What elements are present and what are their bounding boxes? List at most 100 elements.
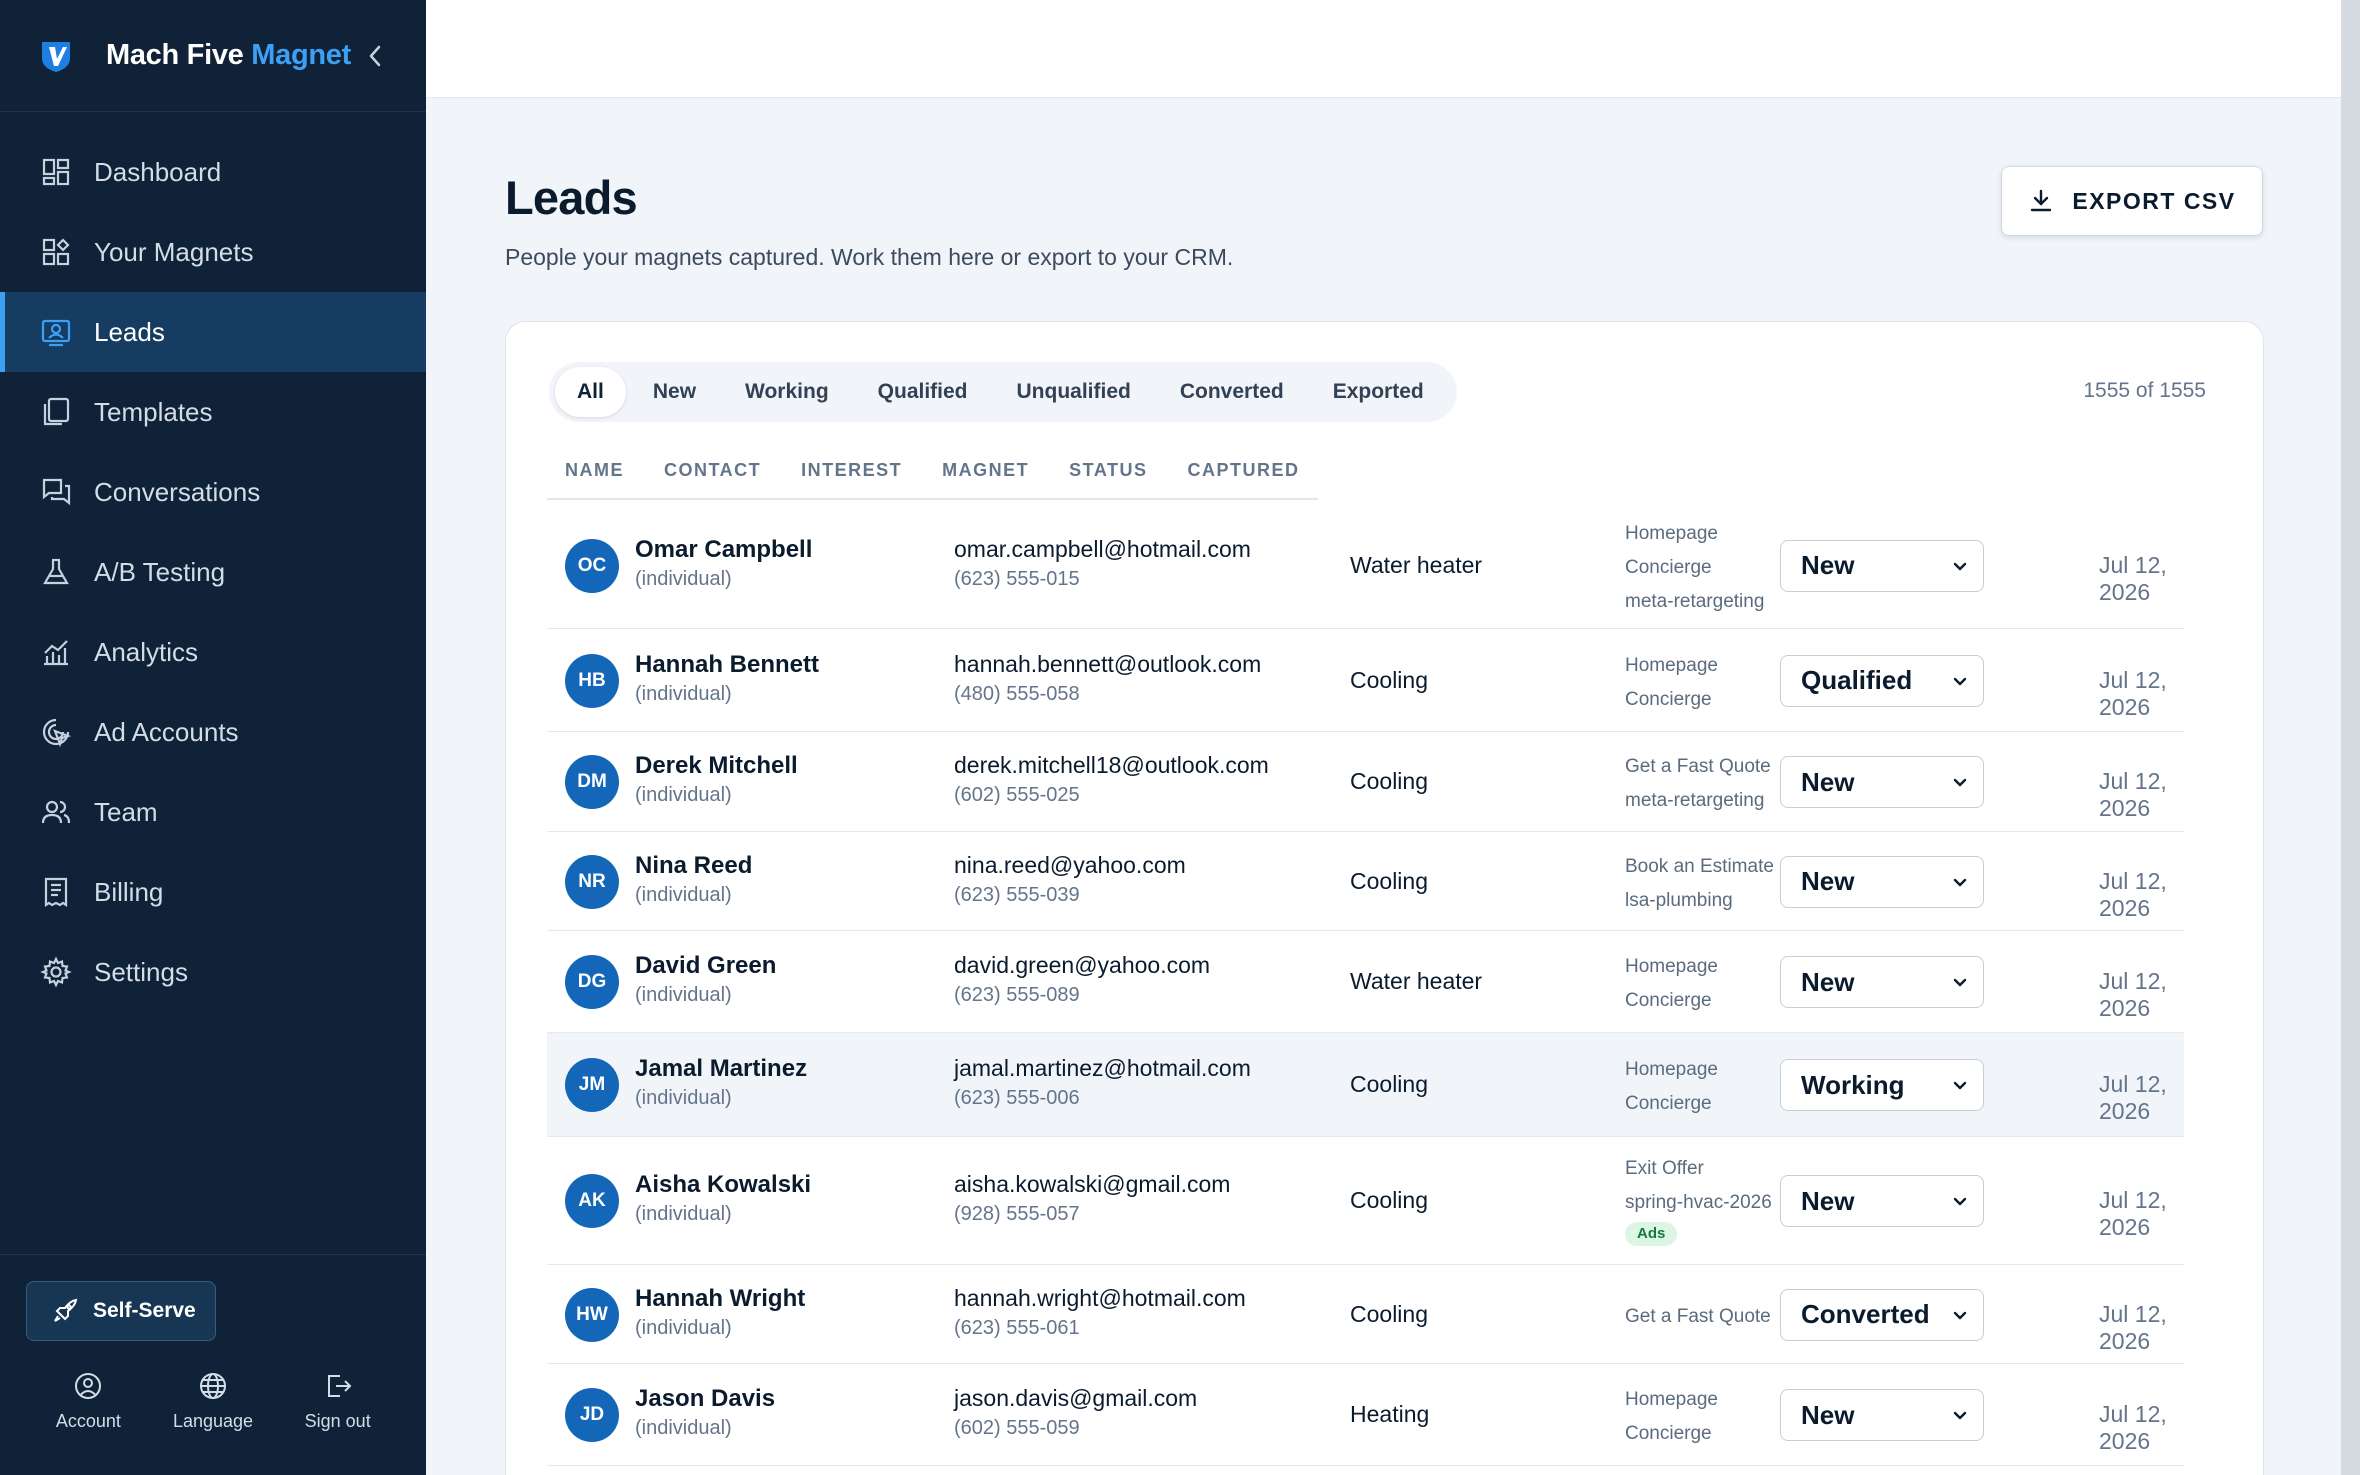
lead-interest: Cooling [1350,1187,1428,1213]
status-select[interactable]: New [1780,1389,1984,1441]
sidebar-item-billing[interactable]: Billing [0,852,426,932]
lead-type: (individual) [635,1087,732,1109]
sidebar-item-ad-accounts[interactable]: Ad Accounts [0,692,426,772]
status-select[interactable]: Working [1780,1059,1984,1111]
sidebar-item-label: Ad Accounts [94,716,239,747]
lead-name[interactable]: Derek Mitchell [635,752,798,780]
magnet-line: Concierge [1625,688,1712,710]
lead-email[interactable]: jason.davis@gmail.com [954,1385,1197,1412]
magnet-line: Concierge [1625,1423,1712,1444]
lead-magnet: Get a Fast Quote [1625,1300,1771,1334]
captured-date: Jul 12, 2026 [2099,1071,2167,1124]
column-header-contact[interactable]: CONTACT [664,460,761,481]
tab-exported[interactable]: Exported [1311,367,1446,417]
sidebar-item-your-magnets[interactable]: Your Magnets [0,212,426,292]
tab-new[interactable]: New [631,367,718,417]
lead-phone[interactable]: (623) 555-089 [954,984,1080,1007]
table-row[interactable]: DG David Green (individual) david.green@yah… [547,931,2184,1033]
status-select[interactable]: Qualified [1780,654,1984,707]
column-header-interest[interactable]: INTEREST [801,460,902,481]
lead-email[interactable]: hannah.wright@hotmail.com [954,1285,1246,1312]
lead-phone[interactable]: (602) 555-025 [954,784,1080,807]
lead-email[interactable]: aisha.kowalski@gmail.com [954,1171,1230,1198]
status-select[interactable]: New [1780,855,1984,908]
page-subtitle: People your magnets captured. Work them … [505,244,1234,270]
lead-name[interactable]: Hannah Bennett [635,651,819,679]
export-csv-button[interactable]: EXPORT CSV [2001,166,2263,236]
tab-converted[interactable]: Converted [1158,367,1306,417]
sidebar-item-analytics[interactable]: Analytics [0,612,426,692]
table-row[interactable]: HW Hannah Wright (individual) hannah.wright… [547,1265,2184,1364]
language-button[interactable]: Language [151,1371,276,1432]
lead-name[interactable]: Hannah Wright [635,1285,805,1313]
status-select[interactable]: Converted [1780,1288,1984,1341]
sidebar-item-leads[interactable]: Leads [0,292,426,372]
table-row[interactable]: JD Jason Davis (individual) jason.davis@gma… [547,1364,2184,1466]
lead-type: (individual) [635,1316,732,1339]
status-value: Converted [1801,1299,1930,1329]
sidebar-item-dashboard[interactable]: Dashboard [0,132,426,212]
collapse-sidebar-button[interactable] [362,40,388,72]
avatar: DG [565,955,619,1009]
status-select[interactable]: New [1780,1175,1984,1227]
lead-phone[interactable]: (602) 555-059 [954,1417,1080,1440]
lead-phone[interactable]: (623) 555-039 [954,884,1080,907]
self-serve-button[interactable]: Self-Serve [26,1281,216,1341]
lead-phone[interactable]: (480) 555-058 [954,683,1080,706]
sidebar-item-templates[interactable]: Templates [0,372,426,452]
tab-qualified[interactable]: Qualified [856,367,990,417]
status-select[interactable]: New [1780,539,1984,592]
magnet-line: Concierge [1625,556,1712,578]
table-row[interactable]: NR Nina Reed (individual) nina.reed@yahoo.c… [547,832,2184,931]
lead-email[interactable]: hannah.bennett@outlook.com [954,651,1261,678]
lead-phone[interactable]: (623) 555-006 [954,1087,1080,1110]
sidebar-item-team[interactable]: Team [0,772,426,852]
lead-phone[interactable]: (623) 555-015 [954,568,1080,591]
lead-phone[interactable]: (928) 555-057 [954,1203,1080,1226]
sidebar-item-ab-testing[interactable]: A/B Testing [0,532,426,612]
tab-unqualified[interactable]: Unqualified [995,367,1153,417]
column-header-captured[interactable]: CAPTURED [1188,460,1300,481]
table-row[interactable]: OC Omar Campbell (individual) omar.campbell… [547,502,2184,629]
column-header-status[interactable]: STATUS [1069,460,1147,481]
sidebar-nav: Dashboard Your Magnets Leads Templates C… [0,112,426,1012]
sidebar-item-settings[interactable]: Settings [0,932,426,1012]
lead-name[interactable]: Nina Reed [635,852,752,880]
column-header-magnet[interactable]: MAGNET [942,460,1029,481]
lead-name[interactable]: Jamal Martinez [635,1055,807,1083]
lead-email[interactable]: nina.reed@yahoo.com [954,852,1186,879]
sidebar-item-conversations[interactable]: Conversations [0,452,426,532]
magnet-line: spring-hvac-2026 [1625,1192,1772,1213]
magnet-line: Homepage [1625,654,1718,676]
lead-name[interactable]: Aisha Kowalski [635,1171,811,1199]
magnet-line: Concierge [1625,1093,1712,1114]
lead-email[interactable]: omar.campbell@hotmail.com [954,536,1251,563]
table-row[interactable]: DM Derek Mitchell (individual) derek.mitche… [547,732,2184,832]
lead-email[interactable]: jamal.martinez@hotmail.com [954,1055,1251,1082]
lead-email[interactable]: derek.mitchell18@outlook.com [954,752,1269,779]
table-row[interactable]: AK Aisha Kowalski (individual) aisha.kowals… [547,1137,2184,1265]
lead-name[interactable]: Jason Davis [635,1385,775,1413]
lead-name[interactable]: Omar Campbell [635,536,812,564]
lead-email[interactable]: david.green@yahoo.com [954,952,1210,979]
lead-name[interactable]: David Green [635,952,776,980]
sidebar-item-label: A/B Testing [94,556,226,587]
lead-type: (individual) [635,1417,732,1439]
globe-icon [200,1373,226,1399]
table-row[interactable]: JM Jamal Martinez (individual) jamal.martin… [547,1033,2184,1137]
window-scrollbar[interactable] [2341,0,2360,1475]
status-value: Qualified [1801,665,1913,695]
status-select[interactable]: New [1780,956,1984,1008]
account-button[interactable]: Account [26,1371,151,1432]
column-header-name[interactable]: NAME [565,460,624,481]
sidebar-item-label: Conversations [94,476,261,507]
status-select[interactable]: New [1780,756,1984,808]
tab-working[interactable]: Working [723,367,851,417]
sign-out-button[interactable]: Sign out [275,1371,400,1432]
avatar: NR [565,854,619,909]
sidebar: Mach Five Magnet Dashboard Your Magnets … [0,0,426,1475]
sidebar-item-label: Templates [94,396,213,427]
tab-all[interactable]: All [555,367,626,417]
table-row[interactable]: HB Hannah Bennett (individual) hannah.benne… [547,629,2184,732]
lead-phone[interactable]: (623) 555-061 [954,1317,1080,1340]
